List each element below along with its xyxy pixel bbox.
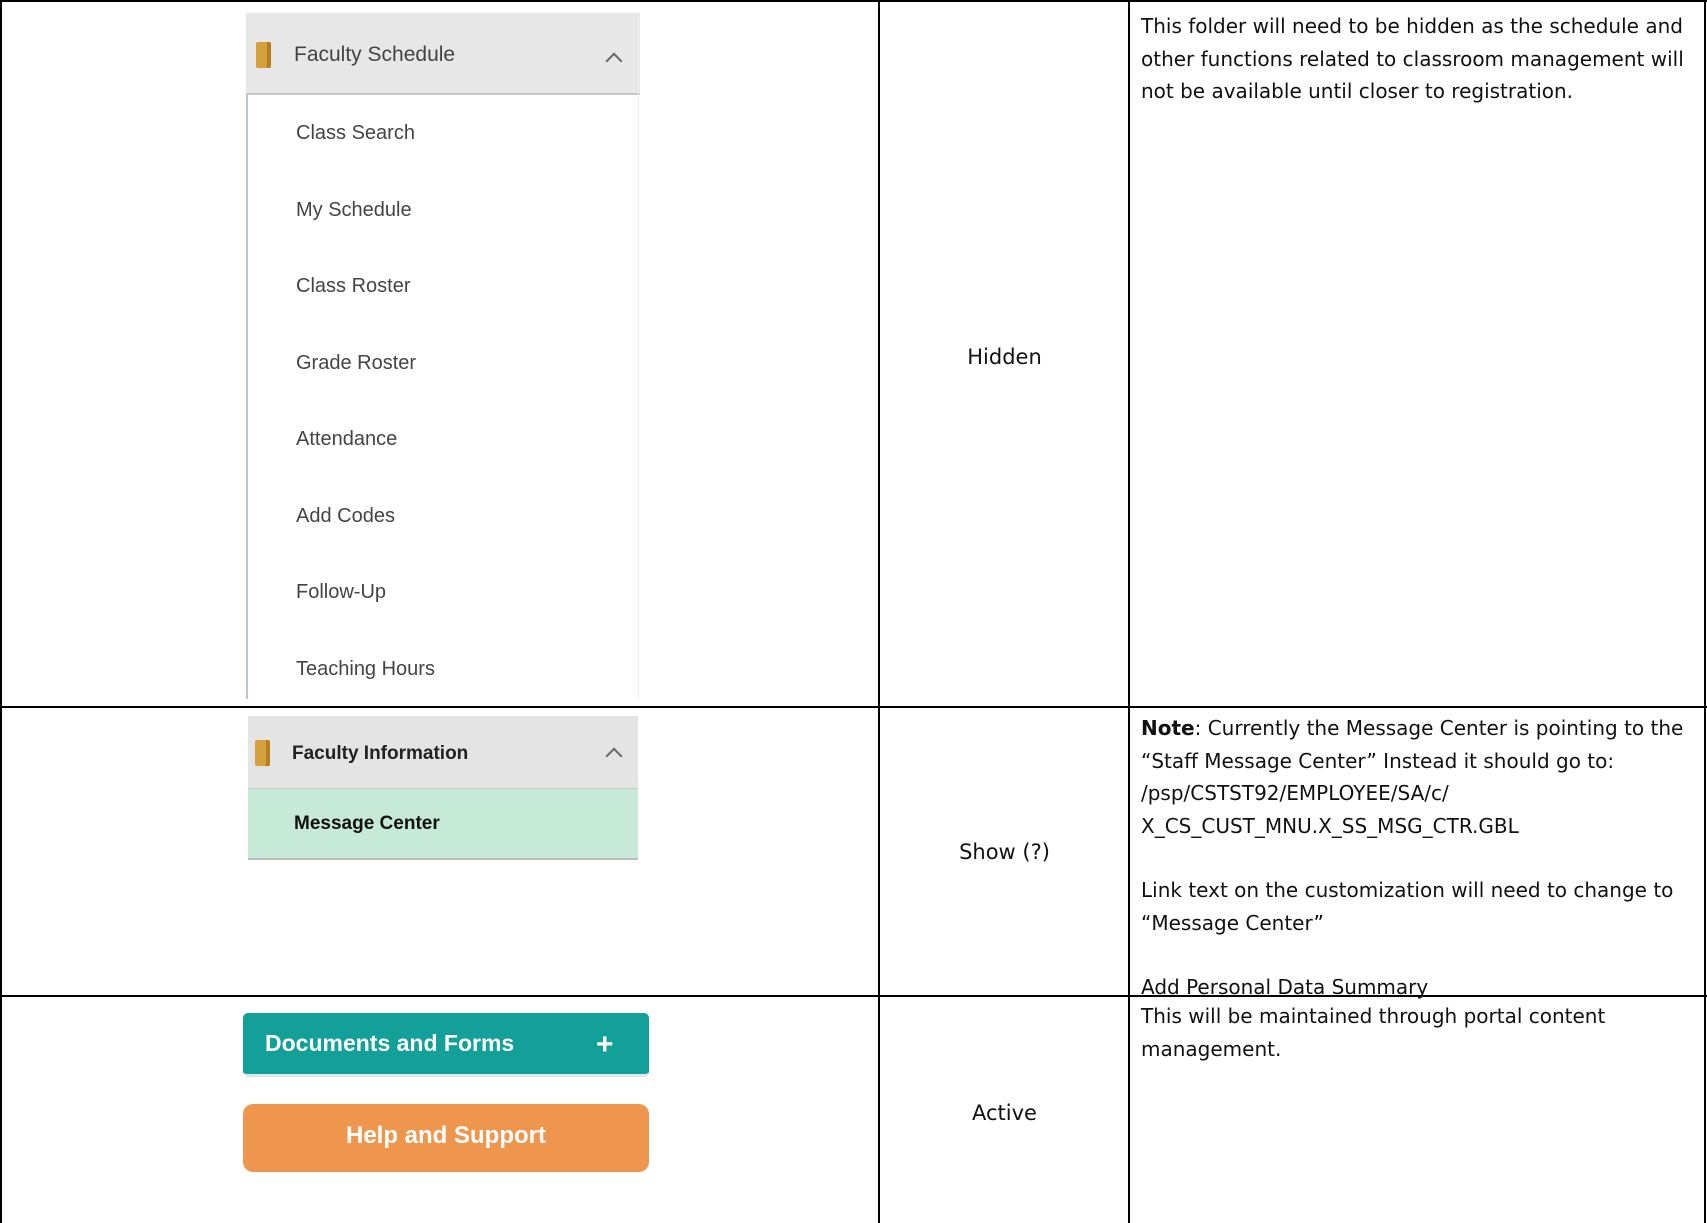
- chevron-up-icon[interactable]: [605, 52, 623, 70]
- notes-path-2: X_CS_CUST_MNU.X_SS_MSG_CTR.GBL: [1141, 813, 1519, 838]
- note-label: Note: [1141, 716, 1195, 740]
- menu-item-message-center[interactable]: Message Center: [248, 789, 638, 860]
- folder-icon: [255, 740, 270, 766]
- notes-note-paragraph: Note: Currently the Message Center is po…: [1141, 712, 1701, 777]
- menu-item-my-schedule[interactable]: My Schedule: [296, 199, 412, 222]
- notes-row-2: Note: Currently the Message Center is po…: [1141, 712, 1701, 1004]
- menu-item-attendance[interactable]: Attendance: [296, 428, 397, 451]
- notes-link-text: Link text on the customization will need…: [1141, 878, 1674, 935]
- faculty-information-header[interactable]: Faculty Information: [248, 716, 638, 789]
- menu-item-class-roster[interactable]: Class Roster: [296, 275, 410, 298]
- table-left-border: [0, 0, 2, 1223]
- plus-icon: +: [596, 1028, 614, 1061]
- faculty-schedule-label: Faculty Schedule: [294, 43, 456, 66]
- menu-right-rule: [638, 13, 639, 699]
- status-hidden: Hidden: [967, 345, 1042, 369]
- menu-item-grade-roster[interactable]: Grade Roster: [296, 352, 416, 375]
- menu-item-teaching-hours[interactable]: Teaching Hours: [296, 658, 435, 681]
- column-divider-2: [1128, 0, 1130, 1223]
- faculty-information-menu: Faculty Information Message Center: [248, 716, 638, 862]
- column-divider-1: [878, 0, 880, 1223]
- documents-and-forms-button[interactable]: Documents and Forms +: [243, 1013, 649, 1077]
- status-active: Active: [972, 1101, 1037, 1125]
- notes-path-1: /psp/CSTST92/EMPLOYEE/SA/c/: [1141, 781, 1449, 805]
- table-right-border: [1704, 0, 1706, 1223]
- row-divider-1: [0, 706, 1707, 708]
- message-center-label: Message Center: [294, 813, 440, 834]
- menu-item-class-search[interactable]: Class Search: [296, 122, 415, 145]
- status-show: Show (?): [959, 840, 1050, 864]
- notes-hidden-text: This folder will need to be hidden as th…: [1141, 14, 1684, 103]
- folder-icon: [256, 42, 271, 68]
- help-and-support-label: Help and Support: [346, 1122, 546, 1149]
- notes-active-text: This will be maintained through portal c…: [1141, 1004, 1606, 1061]
- notes-row-1: This folder will need to be hidden as th…: [1141, 10, 1701, 108]
- help-and-support-button[interactable]: Help and Support: [243, 1104, 649, 1172]
- note-text: : Currently the Message Center is pointi…: [1141, 716, 1684, 773]
- faculty-information-label: Faculty Information: [292, 743, 469, 764]
- documents-and-forms-label: Documents and Forms: [265, 1030, 515, 1056]
- notes-add-summary: Add Personal Data Summary: [1141, 975, 1429, 999]
- menu-item-add-codes[interactable]: Add Codes: [296, 505, 395, 528]
- notes-row-3: This will be maintained through portal c…: [1141, 1000, 1701, 1065]
- table-top-border: [0, 0, 1707, 2]
- menu-left-rule: [246, 93, 248, 699]
- faculty-schedule-header[interactable]: Faculty Schedule: [246, 13, 640, 95]
- menu-item-follow-up[interactable]: Follow-Up: [296, 581, 386, 604]
- chevron-up-icon[interactable]: [605, 747, 623, 765]
- faculty-schedule-menu: Faculty Schedule Class Search My Schedul…: [246, 13, 640, 699]
